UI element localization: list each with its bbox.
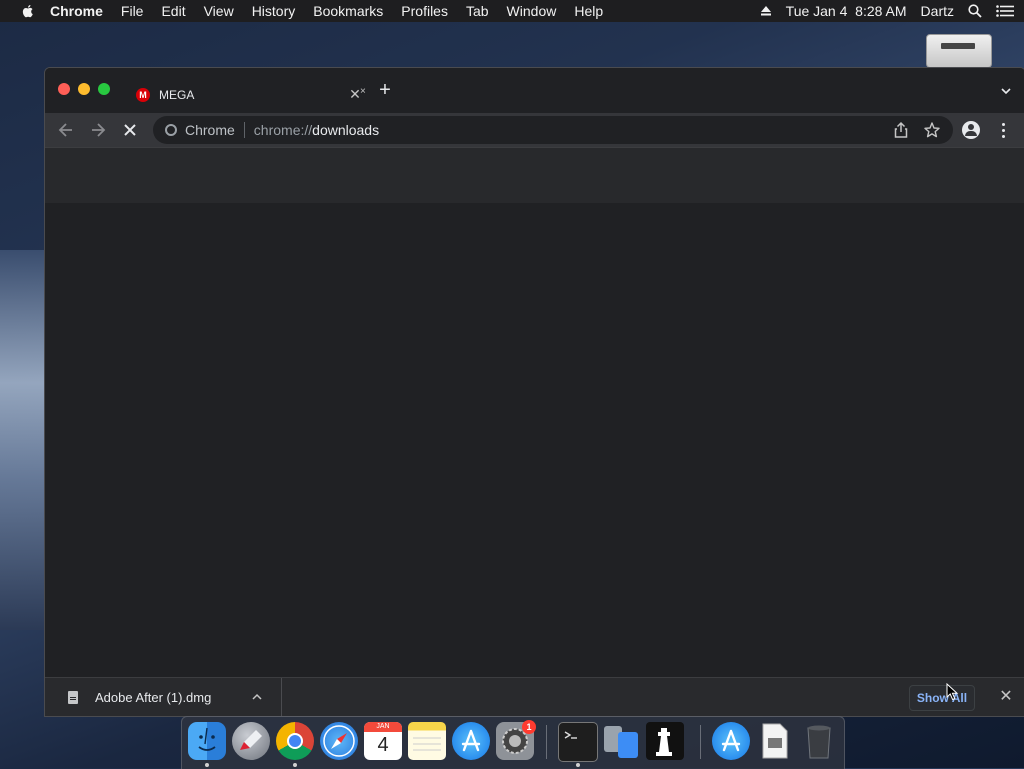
notification-center-icon[interactable] [996,5,1014,17]
chrome-running-indicator [293,763,297,767]
system-preferences-badge: 1 [522,720,536,734]
download-file-name: Adobe After (1).dmg [95,690,212,705]
apple-icon[interactable] [20,3,36,19]
chess-icon[interactable] [646,722,684,760]
safari-icon[interactable] [320,722,358,760]
menu-bar: Chrome File Edit View History Bookmarks … [0,0,1024,22]
page-content [45,203,1024,677]
dock-separator [546,725,547,759]
menu-file[interactable]: File [121,3,144,19]
finder-running-indicator [205,763,209,767]
url-host: downloads [312,122,380,138]
chrome-page-icon [165,124,177,136]
minimize-window-button[interactable] [78,83,90,95]
menu-window[interactable]: Window [507,3,557,19]
show-all-button[interactable]: Show All [909,685,975,711]
menu-tab[interactable]: Tab [466,3,489,19]
tab-overflow-icon: × [360,86,366,97]
close-window-button[interactable] [58,83,70,95]
trash-icon[interactable] [800,722,838,760]
stop-loading-button[interactable] [120,120,140,140]
terminal-icon[interactable] [558,722,598,762]
menu-view[interactable]: View [204,3,234,19]
downloads-stack-icon[interactable] [756,722,794,760]
download-shelf: Adobe After (1).dmg Show All ✕ [45,677,1024,716]
dock: JAN 4 1 [181,716,845,769]
notes-icon[interactable] [408,722,446,760]
mega-favicon-icon: M [136,87,150,102]
spotlight-search-icon[interactable] [968,4,982,18]
migration-assistant-icon[interactable] [602,722,640,760]
calendar-day: 4 [377,734,389,756]
url-scheme: chrome:// [253,122,313,138]
installer-app-store-icon[interactable] [712,722,750,760]
tab-title: MEGA [159,87,195,102]
address-divider [243,122,245,138]
menubar-clock[interactable]: Tue Jan 4 8:28 AM [786,3,907,19]
app-store-icon[interactable] [452,722,490,760]
menu-app-name[interactable]: Chrome [50,3,103,19]
chrome-window: M MEGA ✕ × + Chrome chrome:// downloads [44,67,1024,717]
terminal-running-indicator [576,763,580,767]
chevron-up-icon[interactable] [251,691,263,703]
tab-search-chevron-icon[interactable] [999,84,1013,98]
file-icon [68,691,78,704]
finder-icon[interactable] [188,722,226,760]
dock-separator-2 [700,725,701,759]
menu-edit[interactable]: Edit [161,3,185,19]
new-tab-button[interactable]: + [375,80,395,100]
chrome-icon[interactable] [276,722,314,760]
address-bar[interactable]: Chrome chrome:// downloads [153,116,953,144]
profile-avatar-icon[interactable] [962,121,980,139]
tab-strip: M MEGA ✕ × + [45,68,1024,113]
eject-icon[interactable] [760,5,772,17]
launchpad-icon[interactable] [232,722,270,760]
menu-bookmarks[interactable]: Bookmarks [313,3,383,19]
desktop-drive-icon[interactable] [926,34,992,68]
mouse-cursor-icon [946,683,959,701]
close-download-shelf-icon[interactable]: ✕ [997,688,1015,706]
back-button[interactable] [56,120,76,140]
bookmark-star-icon[interactable] [923,121,941,139]
calendar-icon[interactable]: JAN 4 [364,722,402,760]
chrome-menu-icon[interactable] [995,121,1013,139]
menu-help[interactable]: Help [574,3,603,19]
share-icon[interactable] [893,121,909,139]
menu-history[interactable]: History [252,3,296,19]
forward-button[interactable] [88,120,108,140]
tab-mega[interactable]: M MEGA ✕ [123,76,363,113]
menu-profiles[interactable]: Profiles [401,3,448,19]
zoom-window-button[interactable] [98,83,110,95]
downloads-page-header [45,147,1024,204]
address-chip-label: Chrome [185,122,235,138]
calendar-month: JAN [364,722,402,732]
download-item[interactable]: Adobe After (1).dmg [45,678,282,716]
menubar-user[interactable]: Dartz [921,3,954,19]
browser-toolbar: Chrome chrome:// downloads [45,113,1024,147]
